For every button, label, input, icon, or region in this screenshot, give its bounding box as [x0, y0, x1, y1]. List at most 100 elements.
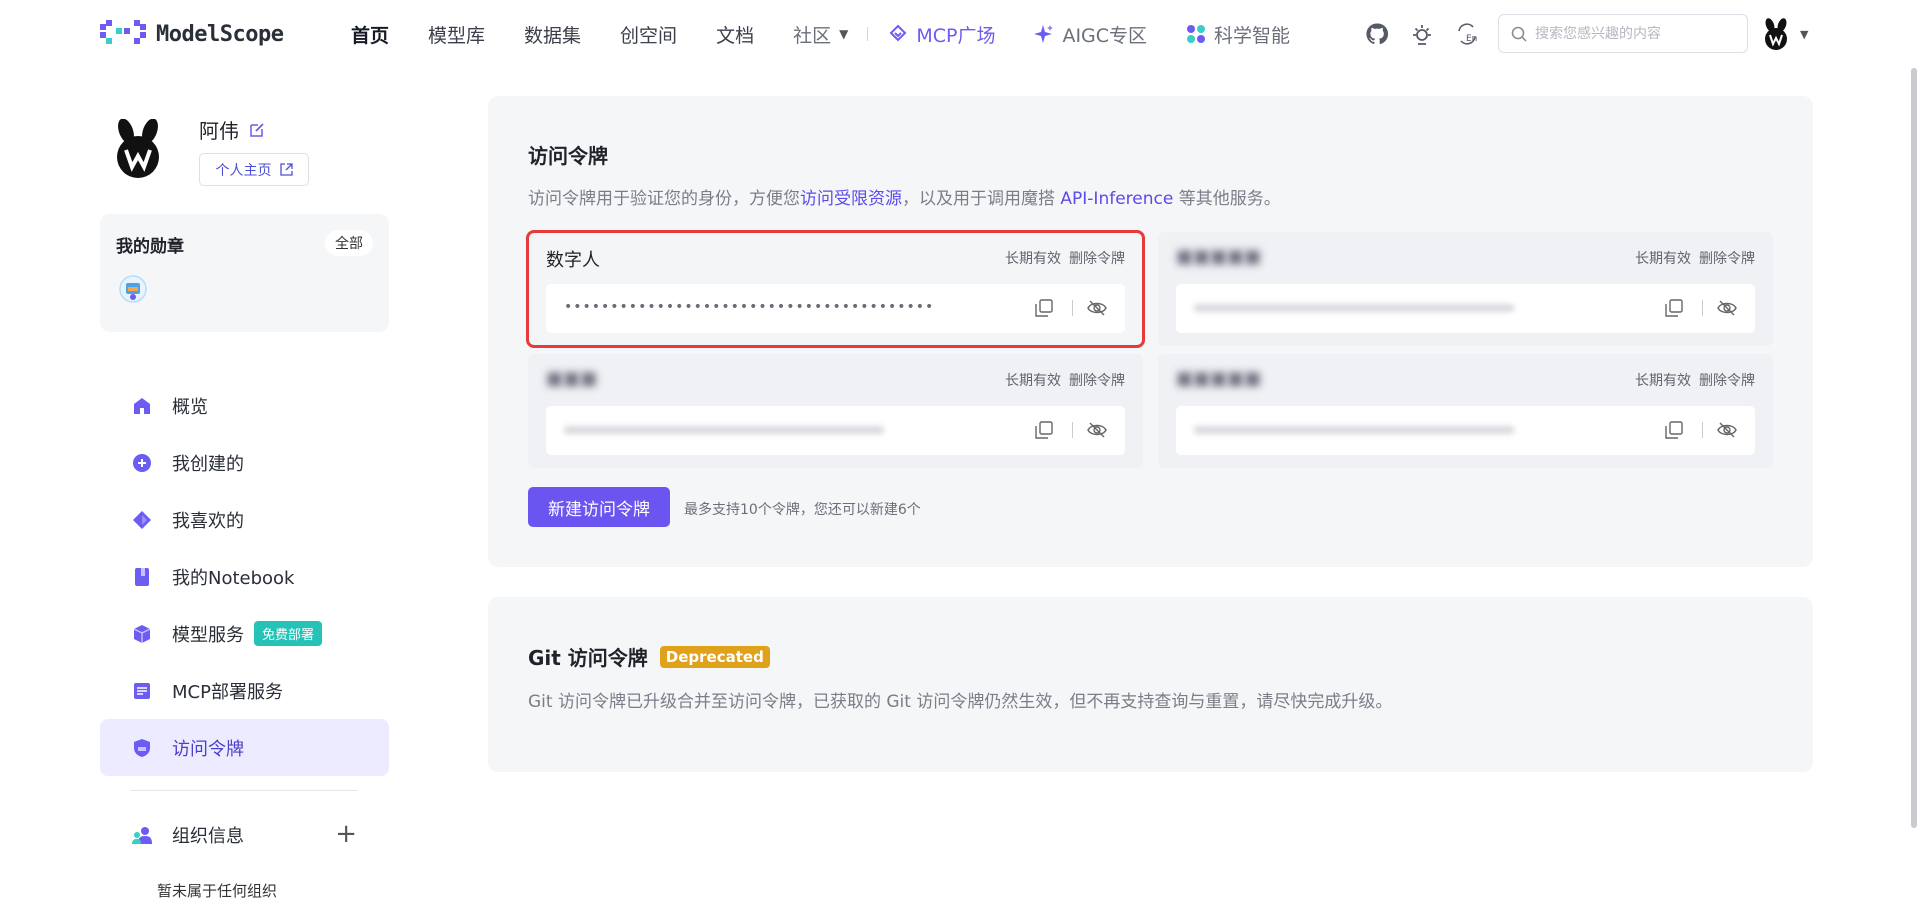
eye-off-icon[interactable] [1717, 421, 1737, 439]
token-item: ■■■■■ 长期有效 删除令牌 [1158, 232, 1773, 346]
nav-mcp[interactable]: MCP广场 [888, 21, 995, 48]
token-item: ■■■■■ 长期有效 删除令牌 [1158, 354, 1773, 468]
delete-token-button[interactable]: 删除令牌 [1699, 373, 1755, 389]
server-icon [134, 682, 150, 699]
cube-icon [133, 624, 151, 643]
svg-text:En: En [1466, 34, 1477, 44]
notebook-icon [135, 567, 149, 586]
profile-name: 阿伟 [199, 115, 265, 144]
sidebar-item-organization[interactable]: 组织信息 + [132, 820, 357, 850]
delete-token-button[interactable]: 删除令牌 [1699, 251, 1755, 267]
eye-off-icon[interactable] [1087, 299, 1107, 317]
caret-down-icon[interactable]: ▼ [1800, 28, 1808, 41]
sidebar-item-access-token[interactable]: 访问令牌 [100, 719, 389, 776]
new-token-button[interactable]: 新建访问令牌 [528, 487, 670, 527]
nav-science[interactable]: 科学智能 [1186, 21, 1290, 48]
sidebar-item-model-service[interactable]: 模型服务 免费部署 [100, 605, 389, 662]
badges-panel: 我的勋章 全部 [100, 214, 389, 332]
eye-off-icon[interactable] [1717, 299, 1737, 317]
atom-icon [1187, 25, 1206, 43]
sidebar-item-created[interactable]: 我创建的 [100, 434, 389, 491]
home-icon [134, 397, 150, 414]
token-name: 数字人 [546, 250, 600, 271]
badges-all-button[interactable]: 全部 [325, 230, 373, 256]
access-token-card: 访问令牌 访问令牌用于验证您的身份，方便您访问受限资源，以及用于调用魔搭 API… [488, 96, 1813, 567]
organization-empty-text: 暂未属于任何组织 [157, 882, 278, 900]
nav-models[interactable]: 模型库 [428, 21, 485, 48]
git-token-card: Git 访问令牌 Deprecated Git 访问令牌已升级合并至访问令牌，已… [488, 597, 1813, 772]
search-box[interactable] [1498, 14, 1748, 53]
token-validity: 长期有效 [1635, 251, 1691, 267]
user-avatar-icon[interactable] [1762, 18, 1790, 50]
token-name: ■■■■■ [1176, 246, 1262, 267]
profile-home-link[interactable]: 个人主页 [199, 153, 309, 186]
page-scrollbar[interactable] [1911, 68, 1917, 828]
add-organization-icon[interactable]: + [335, 821, 357, 847]
git-token-title: Git 访问令牌 [528, 646, 648, 670]
sidebar-item-label: 我创建的 [172, 453, 244, 475]
nav-datasets[interactable]: 数据集 [524, 21, 581, 48]
caret-down-icon: ▼ [839, 27, 849, 41]
token-name: ■■■■■ [1176, 368, 1262, 389]
desc-text: ，以及用于调用魔搭 [902, 189, 1061, 209]
field-divider [1072, 300, 1073, 316]
desc-text: 访问令牌用于验证您的身份，方便您 [528, 189, 800, 209]
sidebar-item-label: 访问令牌 [172, 738, 244, 760]
theme-sun-icon[interactable] [1410, 22, 1434, 46]
nav-community[interactable]: 社区 ▼ [793, 21, 848, 48]
token-value-redacted [1194, 304, 1514, 312]
field-divider [1702, 300, 1703, 316]
token-meta: 长期有效 删除令牌 [997, 370, 1125, 390]
sidebar-item-label: 组织信息 [172, 826, 244, 847]
sidebar-item-liked[interactable]: 我喜欢的 [100, 491, 389, 548]
copy-icon[interactable] [1035, 421, 1053, 439]
token-value-field: •••••••••••••••••••••••••••••••••••••••• [546, 284, 1125, 333]
token-validity: 长期有效 [1005, 373, 1061, 389]
api-inference-link[interactable]: API-Inference [1060, 189, 1173, 209]
token-value-field [1176, 284, 1755, 333]
token-value-field [546, 406, 1125, 455]
delete-token-button[interactable]: 删除令牌 [1069, 251, 1125, 267]
profile-avatar [117, 119, 159, 178]
token-meta: 长期有效 删除令牌 [1627, 370, 1755, 390]
modelscope-logo-icon [100, 20, 146, 44]
language-switch-icon[interactable]: En [1455, 22, 1479, 46]
profile-name-text: 阿伟 [199, 119, 239, 143]
token-validity: 长期有效 [1005, 251, 1061, 267]
sidebar-item-overview[interactable]: 概览 [100, 377, 389, 434]
sidebar-item-label: MCP部署服务 [172, 681, 283, 703]
sidebar-item-notebook[interactable]: 我的Notebook [100, 548, 389, 605]
nav-studios[interactable]: 创空间 [620, 21, 677, 48]
edit-icon[interactable] [249, 122, 265, 138]
badges-title: 我的勋章 [116, 237, 184, 257]
nav-mcp-label: MCP广场 [916, 24, 996, 47]
profile-home-label: 个人主页 [215, 162, 272, 179]
field-divider [1072, 422, 1073, 438]
git-token-description: Git 访问令牌已升级合并至访问令牌，已获取的 Git 访问令牌仍然生效，但不再… [528, 692, 1393, 712]
plus-circle-icon [133, 453, 151, 472]
copy-icon[interactable] [1665, 299, 1683, 317]
sidebar-item-label: 我喜欢的 [172, 510, 244, 532]
eye-off-icon[interactable] [1087, 421, 1107, 439]
github-icon[interactable] [1365, 22, 1389, 46]
logo-text: ModelScope [156, 21, 284, 47]
nav-aigc-label: AIGC专区 [1062, 24, 1148, 47]
desc-text: 等其他服务。 [1173, 189, 1281, 209]
copy-icon[interactable] [1665, 421, 1683, 439]
nav-docs[interactable]: 文档 [716, 21, 754, 48]
restricted-resources-link[interactable]: 访问受限资源 [800, 189, 902, 209]
copy-icon[interactable] [1035, 299, 1053, 317]
token-value-redacted [1194, 426, 1514, 434]
badge-medal-icon[interactable] [118, 274, 148, 304]
main-nav: 首页 模型库 数据集 创空间 文档 社区 ▼ MCP广场 AIGC专区 科学智能 [351, 0, 1329, 68]
sparkle-icon [1034, 25, 1054, 43]
token-name: ■■■ [546, 368, 598, 389]
search-input[interactable] [1535, 25, 1735, 42]
delete-token-button[interactable]: 删除令牌 [1069, 373, 1125, 389]
nav-home[interactable]: 首页 [351, 21, 389, 48]
logo[interactable]: ModelScope [100, 18, 284, 50]
nav-aigc[interactable]: AIGC专区 [1034, 21, 1147, 48]
token-meta: 长期有效 删除令牌 [1627, 248, 1755, 268]
token-value-redacted [564, 426, 884, 434]
sidebar-item-mcp-service[interactable]: MCP部署服务 [100, 662, 389, 719]
